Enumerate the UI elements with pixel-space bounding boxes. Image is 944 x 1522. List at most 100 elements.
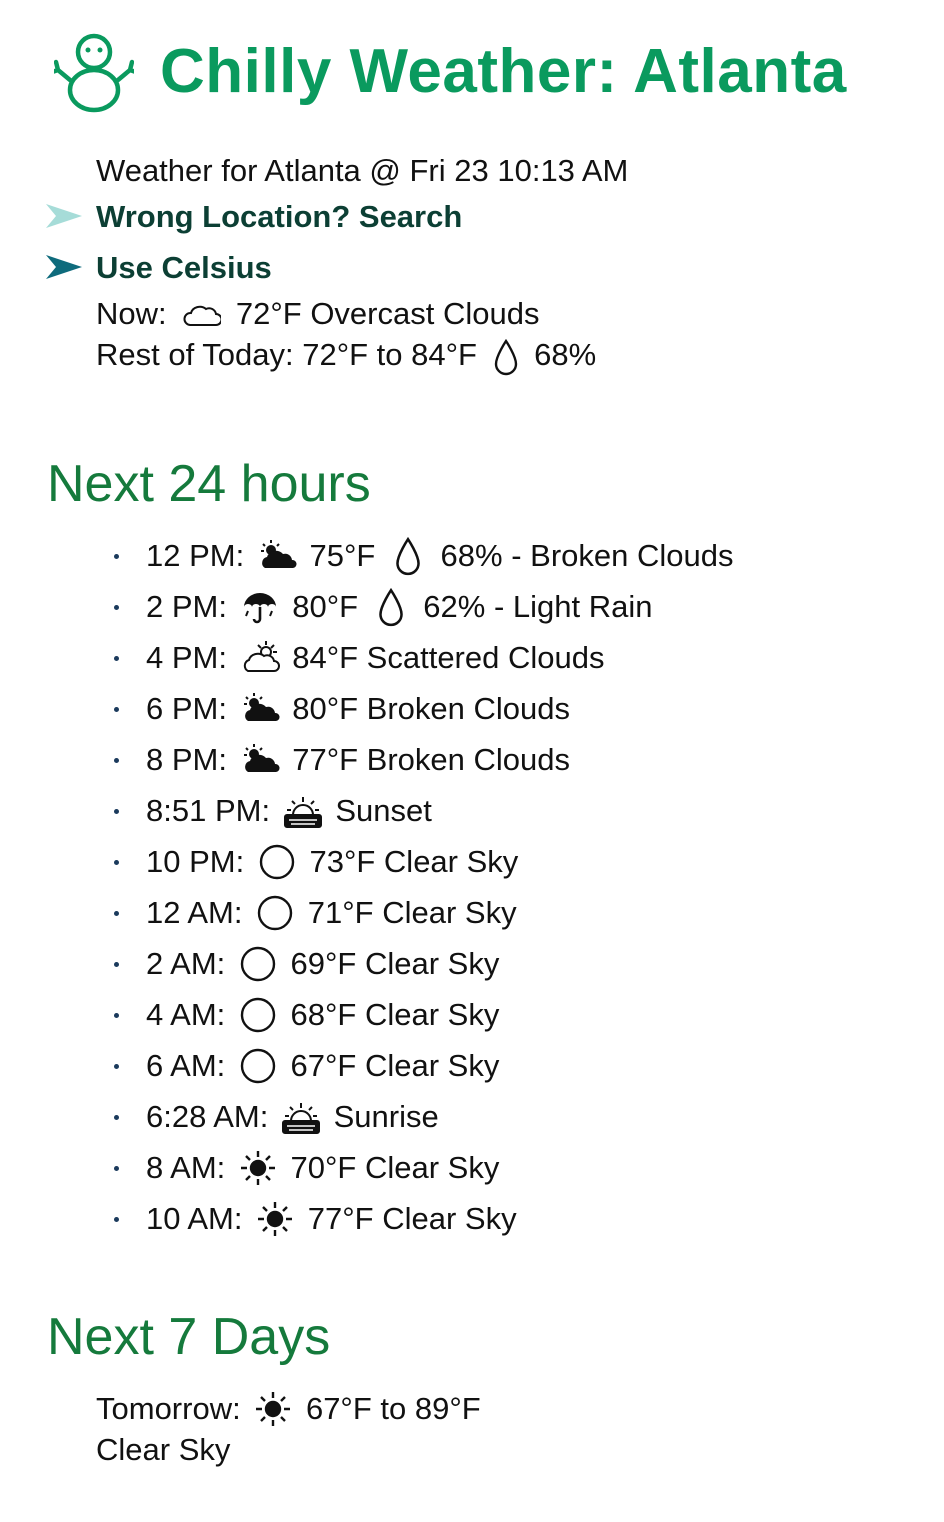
sunrise-icon (281, 1102, 320, 1134)
hour-desc: - Broken Clouds (511, 538, 734, 573)
hour-desc: Clear Sky (364, 1048, 500, 1083)
hour-time: 10 AM: (146, 1201, 243, 1236)
hour-time: 8 PM: (146, 742, 227, 777)
now-row: Now: 72°F Overcast Clouds (96, 293, 628, 334)
hour-item: 12 AM: 71°F Clear Sky (114, 887, 734, 938)
search-location-row[interactable]: Wrong Location? Search (46, 191, 628, 242)
arrow-icon (46, 255, 82, 279)
use-celsius-row[interactable]: Use Celsius (46, 242, 628, 293)
weather-for-text: Weather for Atlanta @ Fri 23 10:13 AM (96, 153, 629, 188)
hour-desc: Clear Sky (364, 1150, 500, 1185)
hour-desc: Scattered Clouds (366, 640, 605, 675)
hour-desc: Broken Clouds (366, 691, 571, 726)
hour-item: 6 PM: 80°F Broken Clouds (114, 683, 734, 734)
hour-item: 10 AM: 77°F Clear Sky (114, 1193, 734, 1244)
hour-time: 6 AM: (146, 1048, 226, 1083)
scattered-clouds-icon (243, 640, 280, 672)
clear-night-icon (257, 895, 293, 931)
hour-item: 4 AM: 68°F Clear Sky (114, 989, 734, 1040)
hour-desc: Clear Sky (383, 844, 519, 879)
now-label: Now: (96, 296, 167, 331)
hour-time: 12 PM: (146, 538, 245, 573)
clear-night-icon (240, 1048, 276, 1084)
day-label: Tomorrow: (96, 1391, 241, 1426)
hour-item: 10 PM: 73°F Clear Sky (114, 836, 734, 887)
day-item: Tomorrow: 67°F to 89°F Clear Sky (96, 1388, 481, 1470)
now-conditions: 72°F Overcast Clouds (235, 296, 540, 331)
clear-night-icon (259, 844, 295, 880)
sun-icon (256, 1391, 291, 1426)
day-desc: Clear Sky (96, 1432, 231, 1467)
hour-desc: - Light Rain (493, 589, 653, 624)
hour-temp: 70°F (290, 1150, 357, 1185)
rest-of-today-precip: 68% (534, 337, 597, 372)
hour-time: 4 PM: (146, 640, 227, 675)
daily-forecast-list: Tomorrow: 67°F to 89°F Clear Sky (96, 1388, 481, 1510)
hourly-forecast-list: 12 PM: 75°F 68% - Broken Clouds 2 PM: 80°… (114, 530, 734, 1244)
snowman-icon (54, 33, 134, 113)
use-celsius-link[interactable]: Use Celsius (96, 250, 272, 285)
hour-time: 8 AM: (146, 1150, 226, 1185)
drop-icon (396, 536, 420, 575)
page-title: Chilly Weather: Atlanta (160, 37, 847, 106)
broken-clouds-icon (243, 743, 280, 772)
sun-icon (258, 1201, 293, 1236)
hour-temp: 67°F (290, 1048, 357, 1083)
hour-desc: Clear Sky (382, 1201, 517, 1236)
hour-item: 12 PM: 75°F 68% - Broken Clouds (114, 530, 734, 581)
broken-clouds-icon (243, 692, 280, 721)
drop-icon (378, 587, 403, 626)
hour-temp: 80°F (292, 589, 359, 624)
hour-time: 2 AM: (146, 946, 226, 981)
hour-temp: 71°F (307, 895, 374, 930)
hour-item: 2 AM: 69°F Clear Sky (114, 938, 734, 989)
hour-temp: 84°F (292, 640, 359, 675)
hour-temp: 69°F (290, 946, 357, 981)
hour-time: 8:51 PM: (146, 793, 271, 828)
hour-temp: 80°F (292, 691, 359, 726)
hour-time: 10 PM: (146, 844, 245, 879)
hour-temp: 77°F (307, 1201, 374, 1236)
app-header: Chilly Weather: Atlanta (54, 30, 847, 114)
hour-temp: 75°F (309, 538, 376, 573)
hour-time: 4 AM: (146, 997, 226, 1032)
hour-item: 8 PM: 77°F Broken Clouds (114, 734, 734, 785)
hour-item: 2 PM: 80°F 62% - Light Rain (114, 581, 734, 632)
hour-time: 2 PM: (146, 589, 227, 624)
hour-temp: 77°F (292, 742, 359, 777)
arrow-icon (46, 204, 82, 228)
search-location-link[interactable]: Wrong Location? Search (96, 199, 462, 234)
hour-temp: 68°F (290, 997, 357, 1032)
hour-desc: Clear Sky (382, 895, 517, 930)
hour-time: 6:28 AM: (146, 1099, 269, 1134)
broken-clouds-icon (260, 539, 297, 568)
hour-desc: Broken Clouds (366, 742, 571, 777)
hour-precip: 68% (440, 538, 503, 573)
next-24-hours-heading: Next 24 hours (47, 455, 371, 513)
hour-desc: Clear Sky (364, 946, 500, 981)
cloud-icon (183, 305, 222, 326)
hour-precip: 62% (423, 589, 486, 624)
hour-desc: Clear Sky (364, 997, 500, 1032)
clear-night-icon (240, 946, 276, 982)
umbrella-rain-icon (243, 592, 276, 624)
hour-item: 6 AM: 67°F Clear Sky (114, 1040, 734, 1091)
clear-night-icon (240, 997, 276, 1033)
current-conditions: Weather for Atlanta @ Fri 23 10:13 AM Wr… (46, 150, 629, 376)
rest-of-today-label: Rest of Today: 72°F to 84°F (96, 337, 477, 372)
hour-item: 8:51 PM: Sunset (114, 785, 734, 836)
hour-item: 4 PM: 84°F Scattered Clouds (114, 632, 734, 683)
hour-time: 12 AM: (146, 895, 243, 930)
hour-item: 6:28 AM: Sunrise (114, 1091, 734, 1142)
sun-icon (240, 1150, 275, 1185)
day-range: 67°F to 89°F (305, 1391, 481, 1426)
hour-desc: Sunset (335, 793, 432, 828)
sunset-icon (283, 796, 322, 828)
hour-temp: 73°F (309, 844, 376, 879)
next-7-days-heading: Next 7 Days (47, 1308, 331, 1366)
rest-of-today-row: Rest of Today: 72°F to 84°F 68% (96, 334, 628, 376)
hour-time: 6 PM: (146, 691, 227, 726)
hour-desc: Sunrise (333, 1099, 439, 1134)
hour-item: 8 AM: 70°F Clear Sky (114, 1142, 734, 1193)
drop-icon (494, 338, 517, 376)
